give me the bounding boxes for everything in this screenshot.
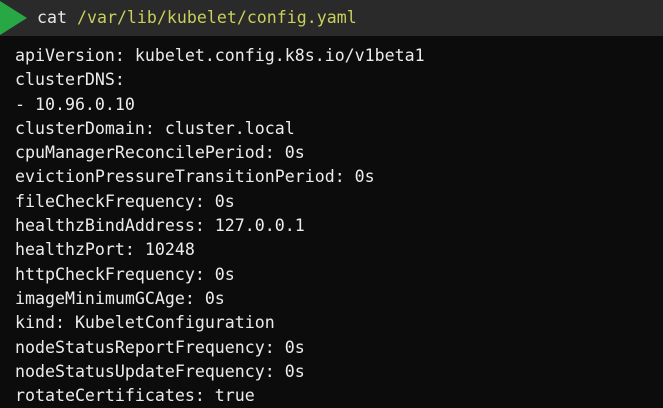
output-line: imageMinimumGCAge: 0s bbox=[15, 288, 225, 308]
prompt-arrow-icon bbox=[0, 1, 27, 35]
output-line: rotateCertificates: true bbox=[15, 386, 255, 406]
output-line: fileCheckFrequency: 0s bbox=[15, 191, 235, 211]
output-line: kind: KubeletConfiguration bbox=[15, 313, 275, 333]
command-line[interactable]: cat /var/lib/kubelet/config.yaml bbox=[37, 7, 357, 29]
output-line: healthzPort: 10248 bbox=[15, 240, 195, 260]
terminal-output: apiVersion: kubelet.config.k8s.io/v1beta… bbox=[15, 44, 425, 408]
output-line: nodeStatusReportFrequency: 0s bbox=[15, 337, 305, 357]
output-line: cpuManagerReconcilePeriod: 0s bbox=[15, 143, 305, 163]
output-line: clusterDNS: bbox=[15, 70, 125, 90]
output-line: httpCheckFrequency: 0s bbox=[15, 264, 235, 284]
output-line: nodeStatusUpdateFrequency: 0s bbox=[15, 361, 305, 381]
output-line: evictionPressureTransitionPeriod: 0s bbox=[15, 167, 375, 187]
output-line: clusterDomain: cluster.local bbox=[15, 118, 295, 138]
command-path: /var/lib/kubelet/config.yaml bbox=[76, 8, 357, 27]
prompt-bar: cat /var/lib/kubelet/config.yaml bbox=[0, 0, 663, 36]
output-line: healthzBindAddress: 127.0.0.1 bbox=[15, 216, 305, 236]
output-line: - 10.96.0.10 bbox=[15, 94, 135, 114]
command-name: cat bbox=[37, 8, 67, 27]
output-line: apiVersion: kubelet.config.k8s.io/v1beta… bbox=[15, 46, 425, 65]
